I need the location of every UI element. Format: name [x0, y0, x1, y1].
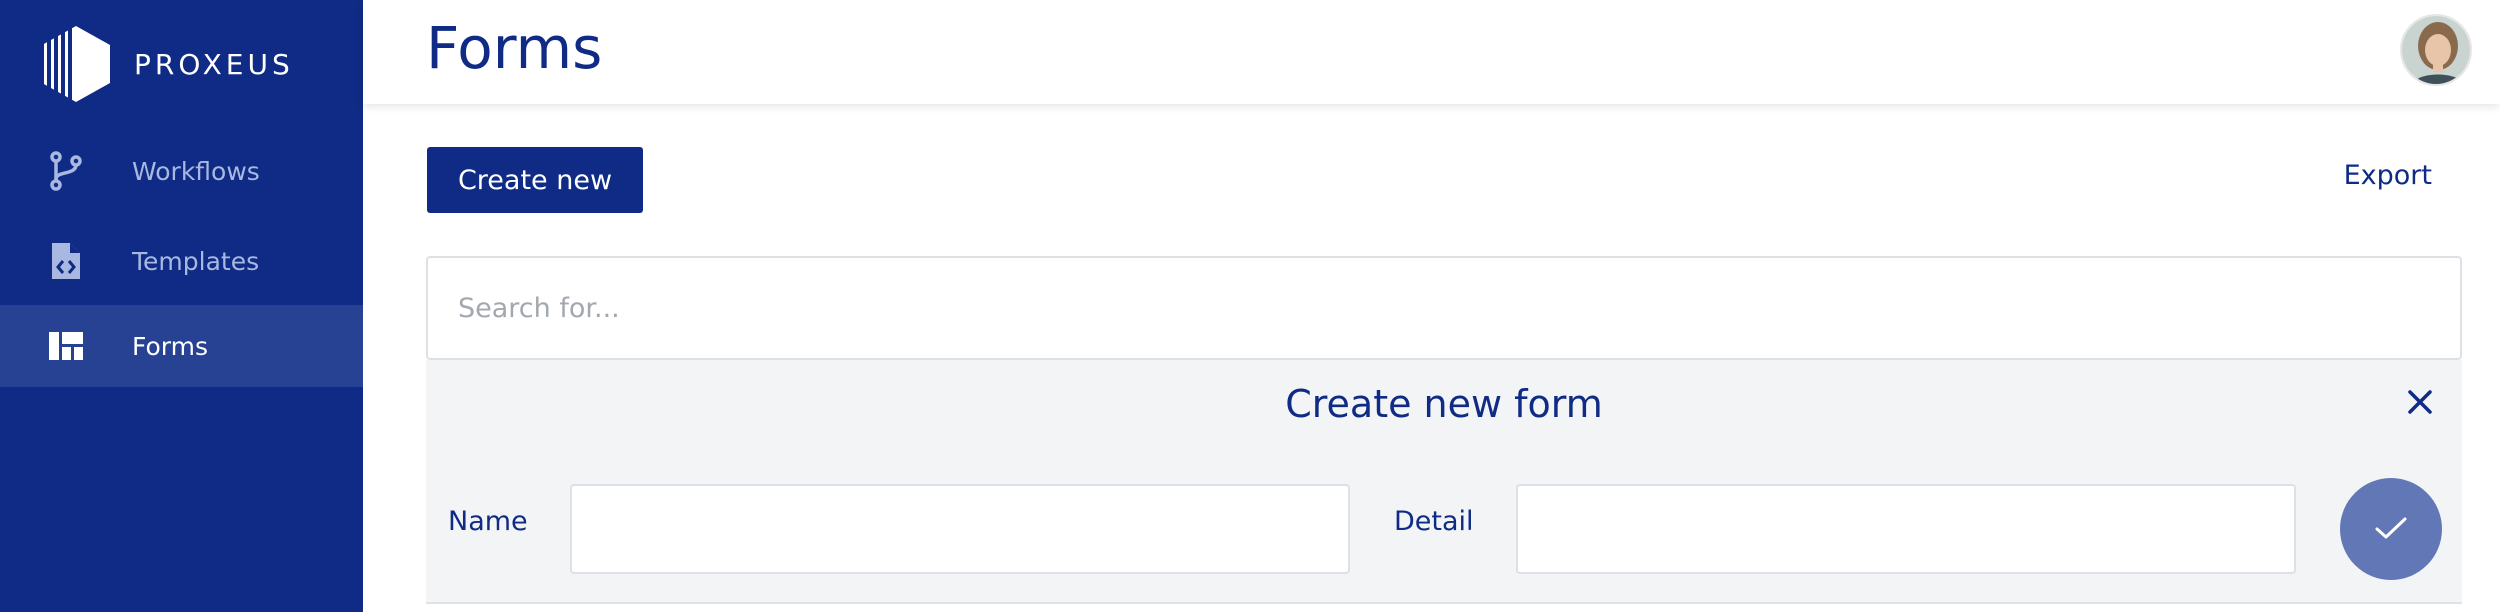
sidebar-item-label: Templates: [132, 246, 260, 276]
sidebar: PROXEUS Workflows Templates Forms: [0, 0, 363, 612]
name-field[interactable]: [570, 484, 1350, 574]
user-avatar[interactable]: [2400, 14, 2472, 86]
sidebar-item-label: Workflows: [132, 156, 260, 186]
check-icon: [2374, 515, 2408, 544]
export-link[interactable]: Export: [2344, 160, 2432, 191]
search-input[interactable]: [426, 256, 2462, 360]
app-name: PROXEUS: [134, 47, 294, 81]
detail-field[interactable]: [1516, 484, 2296, 574]
sidebar-item-forms[interactable]: Forms: [0, 305, 363, 387]
template-file-code-icon: [46, 241, 86, 281]
sidebar-item-templates[interactable]: Templates: [0, 220, 363, 302]
forms-grid-icon: [46, 326, 86, 366]
create-form-title: Create new form: [1285, 382, 1603, 426]
app-logo[interactable]: PROXEUS: [40, 24, 294, 104]
top-header: Forms: [363, 0, 2500, 104]
create-new-button[interactable]: Create new: [427, 147, 643, 213]
sidebar-item-label: Forms: [132, 331, 209, 361]
name-label: Name: [448, 506, 528, 537]
page-title: Forms: [426, 14, 603, 82]
close-icon[interactable]: [2400, 382, 2440, 422]
create-form-panel: Create new form Name Detail: [426, 360, 2462, 604]
detail-label: Detail: [1394, 506, 1474, 537]
submit-form-button[interactable]: [2340, 478, 2442, 580]
workflow-branch-icon: [46, 151, 86, 191]
proxeus-logo-icon: [42, 26, 110, 102]
sidebar-item-workflows[interactable]: Workflows: [0, 130, 363, 212]
